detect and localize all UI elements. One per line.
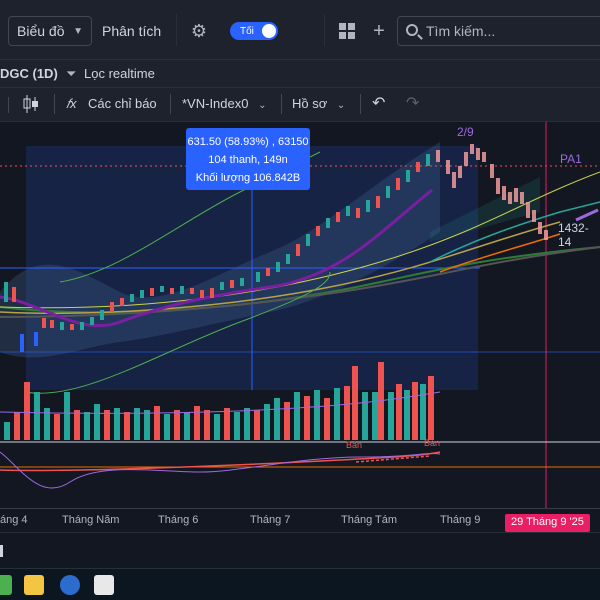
- search-placeholder: Tìm kiếm...: [426, 23, 496, 39]
- divider: [360, 94, 361, 114]
- snipping-tool-icon[interactable]: [94, 575, 114, 595]
- pa1-label: PA1: [560, 152, 582, 166]
- compare-label: *VN-Index0: [182, 96, 249, 111]
- price-chart[interactable]: 631.50 (58.93%) , 63150 104 thanh, 149n …: [0, 122, 600, 510]
- symbol-label[interactable]: DGC (1D): [0, 66, 58, 81]
- indicators-button[interactable]: Các chỉ báo: [88, 96, 157, 111]
- time-axis-label: Tháng Tám: [341, 514, 398, 526]
- toggle-knob: [262, 24, 276, 38]
- time-axis-label: Tháng Năm: [62, 514, 120, 526]
- sell-label: Bán: [346, 440, 363, 450]
- theme-toggle[interactable]: Tối: [230, 22, 278, 40]
- time-axis[interactable]: áng 4 Tháng Năm Tháng 6 Tháng 7 Tháng Tá…: [0, 508, 600, 532]
- chevron-down-icon: ⌄: [336, 100, 346, 111]
- oscillator-signal: [0, 451, 441, 472]
- layout-grid-icon[interactable]: [336, 16, 358, 46]
- profile-label: Hồ sơ: [292, 96, 328, 111]
- os-taskbar: [0, 568, 600, 600]
- divider: [176, 14, 177, 46]
- filter-icon: ⏷: [66, 66, 77, 81]
- compare-symbol-button[interactable]: *VN-Index0 ⌄: [182, 96, 267, 111]
- fx-icon: 𝑓x: [66, 96, 77, 111]
- redo-icon[interactable]: ↷: [406, 93, 419, 113]
- search-input[interactable]: Tìm kiếm...: [397, 16, 600, 46]
- profile-menu-button[interactable]: Hồ sơ ⌄: [292, 96, 345, 111]
- time-axis-label: Tháng 9: [440, 514, 481, 526]
- analysis-button[interactable]: Phân tích: [102, 16, 161, 46]
- undo-icon[interactable]: ↶: [372, 93, 385, 113]
- sell-label: Bán: [424, 438, 441, 448]
- search-icon: [406, 24, 418, 36]
- gear-icon[interactable]: ⚙: [188, 16, 210, 46]
- realtime-filter-button[interactable]: Lọc realtime: [84, 66, 155, 81]
- tooltip-bars: 104 thanh, 149n: [208, 154, 288, 166]
- theme-toggle-label: Tối: [240, 25, 254, 37]
- range-label: 1432-14: [558, 221, 589, 249]
- chart-menu-button[interactable]: Biểu đồ ▼: [8, 16, 92, 46]
- file-explorer-icon[interactable]: [24, 575, 44, 595]
- chart-toolbar: 𝑓x Các chỉ báo *VN-Index0 ⌄ Hồ sơ ⌄ ↶ ↷: [0, 88, 600, 122]
- time-axis-label: áng 4: [0, 514, 28, 526]
- divider: [170, 94, 171, 114]
- paint-icon[interactable]: [60, 575, 80, 595]
- wave-label: 2/9: [457, 125, 474, 139]
- target-arrow: [575, 208, 599, 222]
- tooltip-change: 631.50 (58.93%) , 63150: [187, 136, 309, 148]
- current-date-tag: 29 Tháng 9 '25: [505, 514, 590, 532]
- divider: [324, 14, 325, 46]
- divider: [281, 94, 282, 114]
- bottom-panel: [0, 532, 600, 568]
- tooltip-volume: Khối lượng 106.842B: [195, 172, 301, 184]
- add-icon[interactable]: +: [368, 16, 390, 46]
- chart-menu-label: Biểu đồ: [17, 23, 65, 39]
- divider: [8, 97, 9, 113]
- app-icon[interactable]: [0, 575, 12, 595]
- chevron-down-icon: ▼: [73, 25, 83, 37]
- candlestick-icon[interactable]: [22, 94, 40, 117]
- panel-handle[interactable]: [0, 545, 3, 557]
- time-axis-label: Tháng 6: [158, 514, 199, 526]
- chevron-down-icon: ⌄: [258, 100, 267, 111]
- top-toolbar: Biểu đồ ▼ Phân tích ⚙ Tối + Tìm kiếm...: [0, 0, 600, 60]
- time-axis-label: Tháng 7: [250, 514, 291, 526]
- symbol-bar: DGC (1D) ⏷ Lọc realtime: [0, 60, 600, 88]
- divider: [54, 94, 55, 114]
- range-tooltip: 631.50 (58.93%) , 63150 104 thanh, 149n …: [186, 128, 310, 190]
